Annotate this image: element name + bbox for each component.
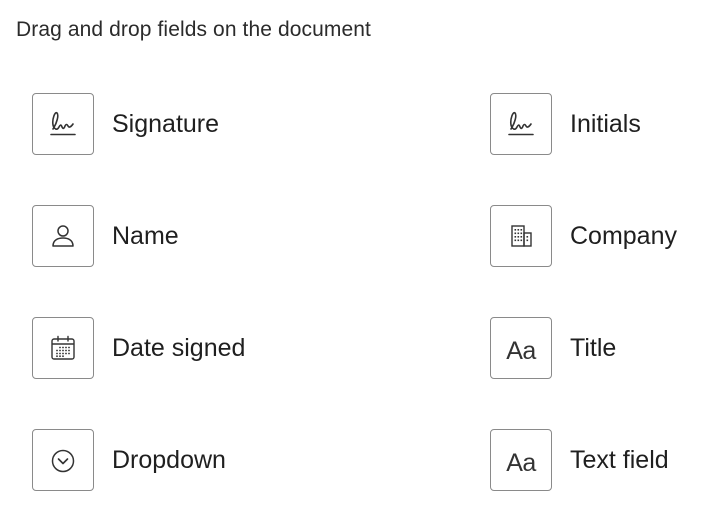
instructions-text: Drag and drop fields on the document [16, 18, 371, 41]
field-label: Text field [570, 446, 669, 474]
field-dropdown[interactable]: Dropdown [32, 428, 226, 492]
person-icon [52, 225, 74, 247]
text-field-icon-box: Aa [490, 429, 552, 491]
field-title[interactable]: Aa Title [490, 316, 616, 380]
text-aa-icon: Aa [506, 448, 536, 477]
field-label: Dropdown [112, 446, 226, 474]
field-label: Date signed [112, 334, 246, 362]
dropdown-icon-box [32, 429, 94, 491]
title-icon-box: Aa [490, 317, 552, 379]
calendar-icon [51, 335, 75, 360]
field-label: Name [112, 222, 179, 250]
field-label: Initials [570, 110, 641, 138]
text-aa-icon: Aa [506, 336, 536, 365]
field-name[interactable]: Name [32, 204, 179, 268]
field-label: Title [570, 334, 617, 362]
date-signed-icon-box [32, 317, 94, 379]
field-date-signed[interactable]: Date signed [32, 316, 245, 380]
signature-icon [508, 111, 534, 136]
chevron-circle-icon [51, 449, 75, 473]
company-icon-box [490, 205, 552, 267]
field-company[interactable]: Company [490, 204, 677, 268]
initials-icon-box [490, 93, 552, 155]
building-icon [511, 225, 532, 247]
field-text-field[interactable]: Aa Text field [490, 428, 669, 492]
name-icon-box [32, 205, 94, 267]
field-label: Company [570, 222, 677, 250]
signature-icon-box [32, 93, 94, 155]
signature-icon [50, 111, 76, 136]
field-initials[interactable]: Initials [490, 92, 641, 156]
field-label: Signature [112, 110, 220, 138]
field-signature[interactable]: Signature [32, 92, 219, 156]
